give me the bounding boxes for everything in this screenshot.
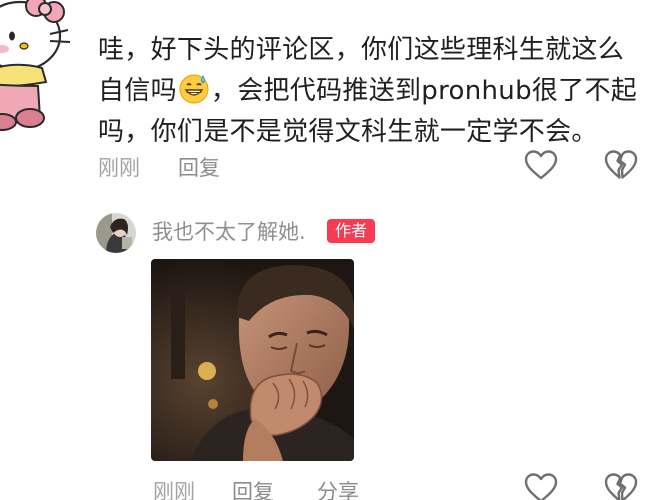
heart-outline-icon[interactable]: [524, 149, 558, 181]
comment-timestamp: 刚刚: [98, 156, 140, 180]
grinning-face-with-sweat-icon: [179, 74, 209, 104]
user-avatar[interactable]: [96, 213, 136, 253]
reply-timestamp: 刚刚: [153, 480, 195, 500]
reply-author-name[interactable]: 我也不太了解她.: [152, 216, 306, 246]
comment-thread: 哇，好下头的评论区，你们这些理科生就这么自信吗 ，会把代码推送到pronhub很…: [0, 0, 649, 500]
reply-reply-button[interactable]: 回复: [232, 476, 274, 500]
heart-outline-icon[interactable]: [524, 472, 558, 500]
author-badge: 作者: [327, 219, 376, 243]
hello-kitty-avatar[interactable]: [0, 0, 72, 140]
broken-heart-icon[interactable]: [604, 149, 638, 181]
comment-text: 哇，好下头的评论区，你们这些理科生就这么自信吗 ，会把代码推送到pronhub很…: [98, 30, 646, 153]
broken-heart-icon[interactable]: [604, 472, 638, 500]
reply-button[interactable]: 回复: [178, 152, 220, 182]
share-button[interactable]: 分享: [317, 476, 359, 500]
reply-gif-image[interactable]: [151, 259, 354, 461]
